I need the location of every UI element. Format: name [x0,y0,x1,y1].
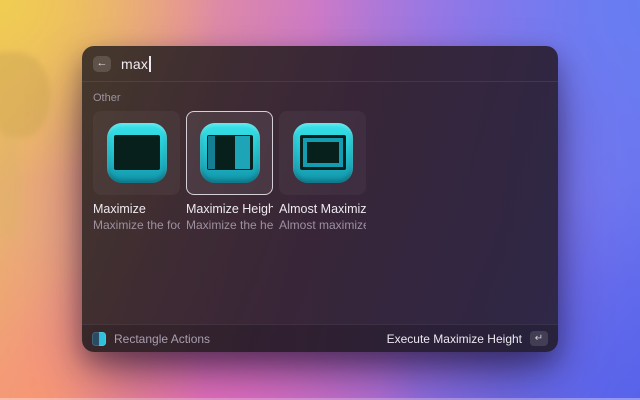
grid-tile[interactable] [93,111,180,195]
item-title: Maximize [93,202,180,216]
search-input[interactable]: max [121,56,151,72]
results-grid: Maximize Maximize the focuse… Maximize H… [93,111,547,232]
search-query-text: max [121,56,148,72]
text-caret [149,56,151,72]
wallpaper-blob-small [0,128,22,238]
grid-item-almost-maximize[interactable]: Almost Maximize Almost maximize the… [279,111,366,232]
results-area: Other Maximize Maximize the focuse… [82,82,558,232]
section-header: Other [93,92,547,104]
return-key-icon: ↵ [530,331,548,346]
almost-maximize-icon [293,123,353,183]
left-bar-shape [208,136,215,169]
search-bar: ← max [82,46,558,82]
footer-app-info: Rectangle Actions [92,332,210,346]
grid-item-maximize[interactable]: Maximize Maximize the focuse… [93,111,180,232]
right-bar-shape [235,136,250,169]
inner-window-frame-shape [303,138,343,167]
maximize-icon [107,123,167,183]
status-bar: Rectangle Actions Execute Maximize Heigh… [82,324,558,352]
back-button[interactable]: ← [93,56,111,72]
rectangle-actions-app-icon [92,332,106,346]
maximize-height-icon [200,123,260,183]
item-subtitle: Maximize the height… [186,218,273,232]
maximize-height-screen-shape [207,135,253,170]
maximize-screen-shape [114,135,160,170]
footer-app-name: Rectangle Actions [114,332,210,346]
almost-maximize-screen-shape [300,135,346,170]
back-arrow-icon: ← [97,58,108,69]
launcher-window: ← max Other Maximize Maximize the focuse… [82,46,558,352]
grid-item-maximize-height[interactable]: Maximize Height Maximize the height… [186,111,273,232]
primary-action-button[interactable]: Execute Maximize Height ↵ [387,331,548,346]
wallpaper-blob [0,52,50,138]
item-subtitle: Maximize the focuse… [93,218,180,232]
item-title: Maximize Height [186,202,273,216]
primary-action-label: Execute Maximize Height [387,332,522,346]
grid-tile[interactable] [279,111,366,195]
item-title: Almost Maximize [279,202,366,216]
item-subtitle: Almost maximize the… [279,218,366,232]
grid-tile-selected[interactable] [186,111,273,195]
